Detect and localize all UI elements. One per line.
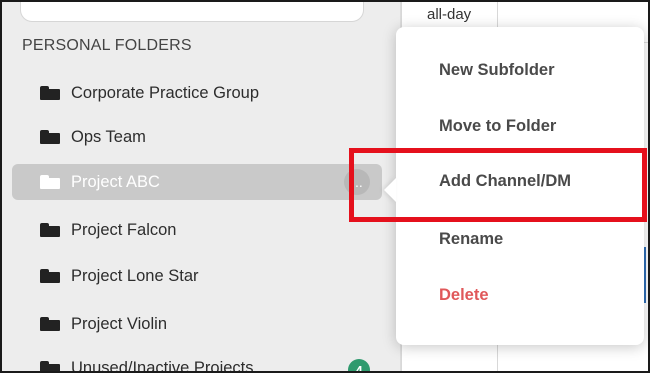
folder-label: Project Falcon: [71, 220, 177, 239]
folder-icon: [40, 269, 71, 283]
menu-item-rename[interactable]: Rename: [439, 230, 503, 249]
folder-label: Project ABC: [71, 172, 160, 191]
folder-icon: [40, 175, 71, 189]
folder-item-project-falcon[interactable]: Project Falcon: [12, 212, 382, 248]
folder-item-project-violin[interactable]: Project Violin: [12, 306, 382, 342]
allday-label: all-day: [427, 6, 472, 23]
folder-label: Unused/Inactive Projects: [71, 358, 254, 372]
menu-item-move-to-folder[interactable]: Move to Folder: [439, 117, 556, 136]
folder-label: Project Violin: [71, 314, 167, 333]
folder-label: Project Lone Star: [71, 266, 199, 285]
menu-item-delete[interactable]: Delete: [439, 286, 489, 305]
folder-item-project-abc[interactable]: Project ABC ...: [12, 164, 382, 200]
highlight-box: [349, 148, 647, 222]
search-input[interactable]: [20, 2, 364, 22]
personal-folders-header: PERSONAL FOLDERS: [22, 37, 192, 54]
folder-label: Ops Team: [71, 127, 146, 146]
folder-icon: [40, 317, 71, 331]
folder-item-corporate-practice-group[interactable]: Corporate Practice Group: [12, 75, 382, 111]
folder-label: Corporate Practice Group: [71, 83, 260, 102]
unread-count-badge: 4: [348, 359, 370, 371]
folder-icon: [40, 361, 71, 371]
folder-item-ops-team[interactable]: Ops Team: [12, 119, 382, 155]
folder-item-unused-inactive-projects[interactable]: Unused/Inactive Projects 4: [12, 350, 382, 371]
menu-item-new-subfolder[interactable]: New Subfolder: [439, 61, 555, 80]
folder-icon: [40, 86, 71, 100]
folder-icon: [40, 130, 71, 144]
folder-item-project-lone-star[interactable]: Project Lone Star: [12, 258, 382, 294]
folder-icon: [40, 223, 71, 237]
sidebar: PERSONAL FOLDERS Corporate Practice Grou…: [2, 2, 401, 371]
